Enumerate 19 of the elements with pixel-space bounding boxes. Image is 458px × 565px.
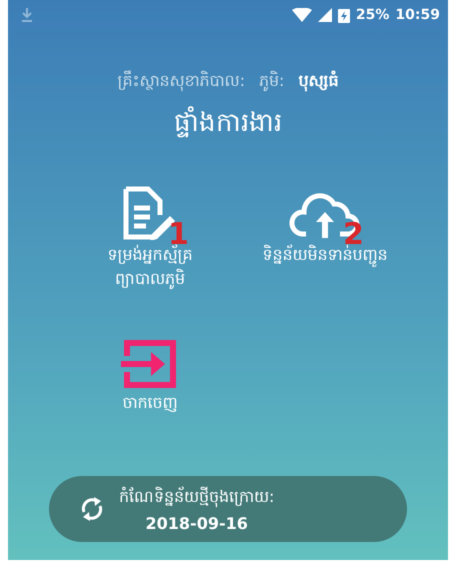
signal-icon — [318, 8, 332, 22]
page-title: ផ្ទាំងការងារ — [173, 106, 283, 140]
sync-label: កំណែទិន្នន័យថ្មីចុងក្រោយ: — [119, 486, 274, 510]
clock: 10:59 — [395, 7, 440, 23]
village-name: បុស្សធំ — [298, 70, 338, 94]
tile-label: ទម្រង់អ្នកស្ម័គ្រព្យាបាលភូមិ — [106, 244, 194, 292]
facility-label: គ្រឹះស្ថានសុខាភិបាល: — [118, 70, 245, 94]
sync-date: 2018-09-16 — [146, 514, 248, 532]
exit-icon — [121, 340, 179, 388]
tile-label: ទិន្នន័យមិនទាន់បញ្ជូន — [262, 244, 388, 268]
wifi-icon — [292, 8, 312, 22]
menu-tile[interactable]: ចាកចេញ — [86, 332, 214, 416]
menu-tile[interactable]: 1 ទម្រង់អ្នកស្ម័គ្រព្យាបាលភូមិ — [86, 184, 214, 292]
battery-icon — [338, 7, 350, 23]
download-icon — [22, 8, 32, 22]
tile-label: ចាកចេញ — [122, 392, 178, 414]
sync-icon — [79, 496, 105, 522]
village-label: ភូមិ: — [259, 70, 284, 94]
battery-percentage: 25% — [356, 7, 390, 23]
